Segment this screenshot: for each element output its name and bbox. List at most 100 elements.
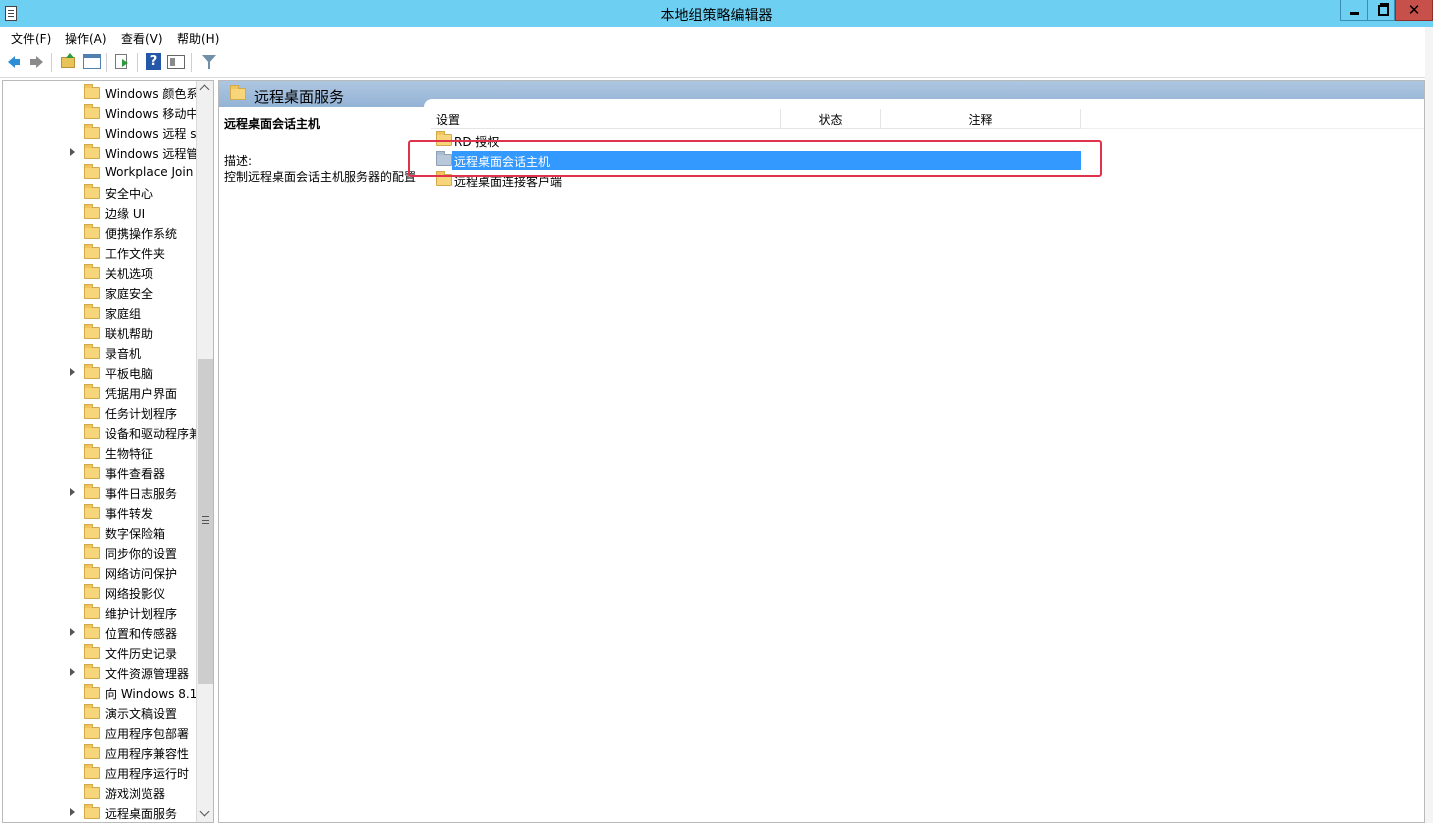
folder-icon <box>84 784 100 799</box>
filter-button[interactable] <box>199 52 219 72</box>
restore-button[interactable] <box>1367 0 1395 21</box>
folder-icon <box>84 764 100 779</box>
folder-icon <box>84 464 100 479</box>
scroll-down-button[interactable] <box>197 805 213 822</box>
folder-icon <box>84 344 100 359</box>
folder-icon <box>84 324 100 339</box>
tree-item[interactable]: 凭据用户界面 <box>3 382 197 402</box>
tree-item[interactable]: 文件历史记录 <box>3 642 197 662</box>
column-state-label: 状态 <box>818 113 843 127</box>
tree-item[interactable]: 文件资源管理器 <box>3 662 197 682</box>
export-list-button[interactable] <box>112 52 132 72</box>
tree-item[interactable]: Windows 颜色系 <box>3 82 197 102</box>
tree-item[interactable]: 网络访问保护 <box>3 562 197 582</box>
tree-item[interactable]: 同步你的设置 <box>3 542 197 562</box>
tree-item-label: 应用程序运行时 <box>105 767 190 781</box>
column-note-label: 注释 <box>968 113 993 127</box>
tree-item[interactable]: 边缘 UI <box>3 202 197 222</box>
tree-item[interactable]: Windows 远程 s <box>3 122 197 142</box>
tree-item[interactable]: Windows 远程管 <box>3 142 197 162</box>
tree-item[interactable]: Workplace Join <box>3 162 197 182</box>
tree-item[interactable]: 网络投影仪 <box>3 582 197 602</box>
folder-icon <box>84 124 100 139</box>
menu-action[interactable]: 操作(A) <box>65 30 107 47</box>
expand-arrow-icon[interactable] <box>70 488 75 496</box>
tree-item[interactable]: 游戏浏览器 <box>3 782 197 802</box>
column-state[interactable]: 状态 <box>781 109 881 129</box>
scroll-up-button[interactable] <box>197 81 213 98</box>
properties-button[interactable] <box>166 52 186 72</box>
expand-arrow-icon[interactable] <box>70 668 75 676</box>
tree-item[interactable]: Windows 移动中 <box>3 102 197 122</box>
list-item-selected[interactable]: 远程桌面会话主机 <box>431 150 1081 170</box>
tree-item[interactable]: 便携操作系统 <box>3 222 197 242</box>
folder-icon <box>84 544 100 559</box>
tree-item[interactable]: 位置和传感器 <box>3 622 197 642</box>
tree-item[interactable]: 应用程序包部署 <box>3 722 197 742</box>
tree-item[interactable]: 家庭组 <box>3 302 197 322</box>
tree-item[interactable]: 联机帮助 <box>3 322 197 342</box>
tree-item-label: 录音机 <box>105 347 142 361</box>
folder-icon <box>230 85 246 100</box>
tree-item[interactable]: 生物特征 <box>3 442 197 462</box>
tree-item[interactable]: 演示文稿设置 <box>3 702 197 722</box>
tree-item[interactable]: 向 Windows 8.1 <box>3 682 197 702</box>
toolbar-separator <box>51 53 52 72</box>
expand-arrow-icon[interactable] <box>70 368 75 376</box>
tree-item[interactable]: 平板电脑 <box>3 362 197 382</box>
back-button[interactable] <box>5 52 25 72</box>
tree-item-label: Windows 颜色系 <box>105 87 197 101</box>
tree-pane[interactable]: Windows 颜色系 Windows 移动中 Windows 远程 s Window… <box>2 80 214 823</box>
tree-item[interactable]: 应用程序兼容性 <box>3 742 197 762</box>
tree-item[interactable]: 工作文件夹 <box>3 242 197 262</box>
tree-item[interactable]: 事件转发 <box>3 502 197 522</box>
tree-item[interactable]: 数字保险箱 <box>3 522 197 542</box>
tree-item[interactable]: 事件日志服务 <box>3 482 197 502</box>
details-pane: 远程桌面服务 远程桌面会话主机 描述: 控制远程桌面会话主机服务器的配置 设置 … <box>218 80 1425 823</box>
tree-item-label: 设备和驱动程序兼 <box>105 427 197 441</box>
menu-help[interactable]: 帮助(H) <box>177 30 219 47</box>
help-button[interactable]: ? <box>144 52 164 72</box>
expand-arrow-icon[interactable] <box>70 148 75 156</box>
tree-item[interactable]: 安全中心 <box>3 182 197 202</box>
tree-item[interactable]: 远程桌面服务 <box>3 802 197 822</box>
column-setting-label: 设置 <box>436 113 461 127</box>
description-text: 控制远程桌面会话主机服务器的配置 <box>224 170 417 184</box>
list-item[interactable]: RD 授权 <box>431 130 1081 150</box>
expand-arrow-icon[interactable] <box>70 808 75 816</box>
close-icon: ✕ <box>1407 1 1421 19</box>
expand-arrow-icon[interactable] <box>70 628 75 636</box>
column-note[interactable]: 注释 <box>881 109 1081 129</box>
tree-item[interactable]: 事件查看器 <box>3 462 197 482</box>
tree-item[interactable]: 应用程序运行时 <box>3 762 197 782</box>
forward-button[interactable] <box>27 52 47 72</box>
show-hide-tree-button[interactable] <box>82 52 102 72</box>
filter-icon <box>202 55 216 69</box>
tree-item[interactable]: 录音机 <box>3 342 197 362</box>
toolbar-separator <box>191 53 192 72</box>
settings-list[interactable]: 设置 状态 注释 RD 授权 远程桌面会话主机 远程桌面连接客户端 <box>424 99 1424 822</box>
up-one-level-button[interactable] <box>58 52 78 72</box>
folder-icon <box>84 304 100 319</box>
tree-item[interactable]: 任务计划程序 <box>3 402 197 422</box>
menu-view[interactable]: 查看(V) <box>121 30 163 47</box>
folder-icon <box>84 284 100 299</box>
tree-item[interactable]: 关机选项 <box>3 262 197 282</box>
menu-file[interactable]: 文件(F) <box>11 30 51 47</box>
tree-item[interactable]: 家庭安全 <box>3 282 197 302</box>
description-pane: 远程桌面会话主机 描述: 控制远程桌面会话主机服务器的配置 <box>219 107 424 822</box>
tree-item-label: 远程桌面服务 <box>105 807 178 821</box>
tree-item-label: 安全中心 <box>105 187 154 201</box>
scroll-thumb[interactable] <box>198 359 213 684</box>
list-item[interactable]: 远程桌面连接客户端 <box>431 170 1081 190</box>
folder-icon <box>84 224 100 239</box>
toolbar-separator <box>137 53 138 72</box>
tree-item-label: 应用程序兼容性 <box>105 747 190 761</box>
tree-item-label: 事件转发 <box>105 507 154 521</box>
tree-scrollbar[interactable] <box>196 81 213 822</box>
tree-item[interactable]: 维护计划程序 <box>3 602 197 622</box>
close-button[interactable]: ✕ <box>1395 0 1433 21</box>
minimize-button[interactable] <box>1340 0 1368 21</box>
column-setting[interactable]: 设置 <box>431 109 781 129</box>
tree-item[interactable]: 设备和驱动程序兼 <box>3 422 197 442</box>
